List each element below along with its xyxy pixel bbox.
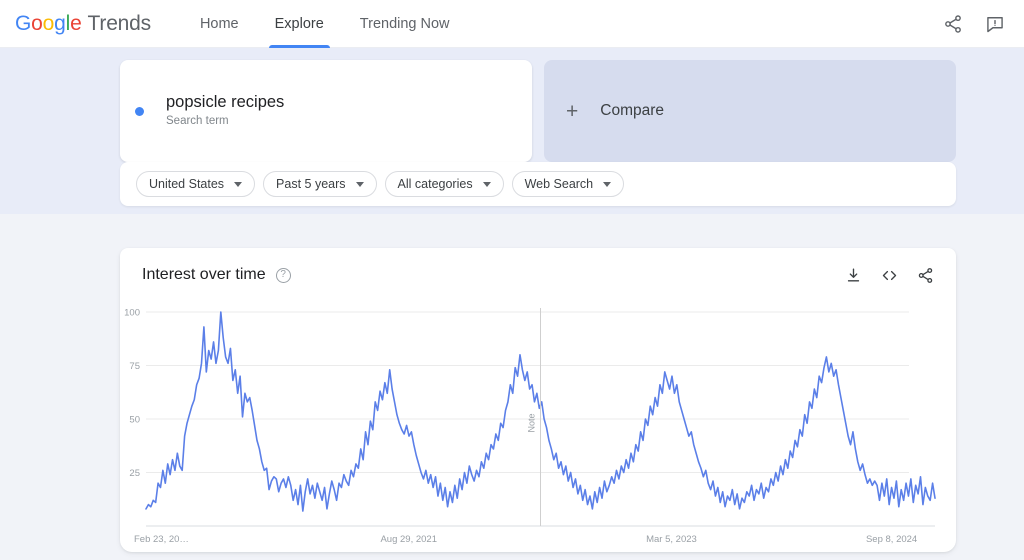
category-filter[interactable]: All categories (384, 171, 504, 197)
svg-text:Mar 5, 2023: Mar 5, 2023 (646, 534, 697, 544)
interest-over-time-card: Interest over time ? 25 50 75 100 Note F… (120, 248, 956, 552)
chart-actions (844, 266, 934, 284)
chevron-down-icon (603, 181, 612, 187)
logo-letter-g2: g (54, 11, 66, 35)
nav-item-home[interactable]: Home (188, 0, 251, 48)
search-type-filter-label: Web Search (524, 177, 594, 191)
series-color-dot (135, 106, 144, 116)
help-icon[interactable]: ? (275, 267, 291, 283)
embed-icon[interactable] (880, 266, 898, 284)
search-term-value: popsicle recipes (166, 93, 285, 111)
logo-product-name: Trends (87, 11, 152, 35)
region-filter-label: United States (149, 177, 225, 191)
svg-text:Note: Note (527, 413, 537, 432)
feedback-icon[interactable] (984, 13, 1006, 35)
plus-icon: + (566, 99, 579, 123)
logo-letter-e: e (70, 11, 82, 35)
svg-text:25: 25 (129, 468, 140, 479)
note-annotation[interactable]: Note (527, 308, 541, 526)
top-header: Google Trends Home Explore Trending Now (0, 0, 1024, 48)
svg-text:75: 75 (129, 361, 140, 372)
search-term-type: Search term (166, 115, 229, 127)
svg-text:50: 50 (129, 415, 140, 426)
filter-bar: United States Past 5 years All categorie… (120, 162, 956, 206)
svg-text:100: 100 (124, 308, 140, 319)
chevron-down-icon (355, 181, 364, 187)
chart-plot-area[interactable]: 25 50 75 100 Note Feb 23, 20… Aug 29, 2021 Ma… (120, 294, 956, 544)
chart-x-axis-labels: Feb 23, 20… Aug 29, 2021 Mar 5, 2023 Sep 8,… (134, 534, 917, 544)
chart-title: Interest over time (142, 266, 266, 283)
share-icon[interactable] (916, 266, 934, 284)
search-type-filter[interactable]: Web Search (511, 171, 625, 197)
svg-text:Aug 29, 2021: Aug 29, 2021 (380, 534, 437, 544)
svg-text:Feb 23, 20…: Feb 23, 20… (134, 534, 189, 544)
logo-letter-g1: G (15, 11, 32, 35)
chevron-down-icon (482, 181, 491, 187)
compare-label: Compare (600, 102, 665, 119)
svg-text:Sep 8, 2024: Sep 8, 2024 (866, 534, 917, 544)
nav-item-trending-now[interactable]: Trending Now (348, 0, 462, 48)
main-nav: Home Explore Trending Now (188, 0, 474, 48)
chevron-down-icon (234, 181, 243, 187)
compare-button[interactable]: + Compare (544, 60, 956, 162)
header-actions (942, 13, 1006, 35)
search-term-card[interactable]: popsicle recipes Search term (120, 60, 532, 162)
logo-letter-o2: o (42, 11, 55, 35)
trend-line-chart[interactable]: 25 50 75 100 Note Feb 23, 20… Aug 29, 2021 Ma… (120, 294, 956, 544)
share-icon[interactable] (942, 13, 964, 35)
time-filter[interactable]: Past 5 years (263, 171, 377, 197)
search-terms-row: popsicle recipes Search term + Compare (120, 60, 956, 162)
region-filter[interactable]: United States (136, 171, 256, 197)
logo-letter-o1: o (31, 11, 43, 35)
time-filter-label: Past 5 years (276, 177, 346, 191)
google-trends-logo[interactable]: Google Trends (15, 12, 151, 36)
category-filter-label: All categories (397, 177, 473, 191)
nav-item-explore[interactable]: Explore (263, 0, 336, 48)
download-icon[interactable] (844, 266, 862, 284)
google-trends-page: Google Trends Home Explore Trending Now (0, 0, 1024, 560)
chart-header: Interest over time ? (120, 248, 956, 284)
chart-y-axis-labels: 25 50 75 100 (124, 308, 140, 480)
